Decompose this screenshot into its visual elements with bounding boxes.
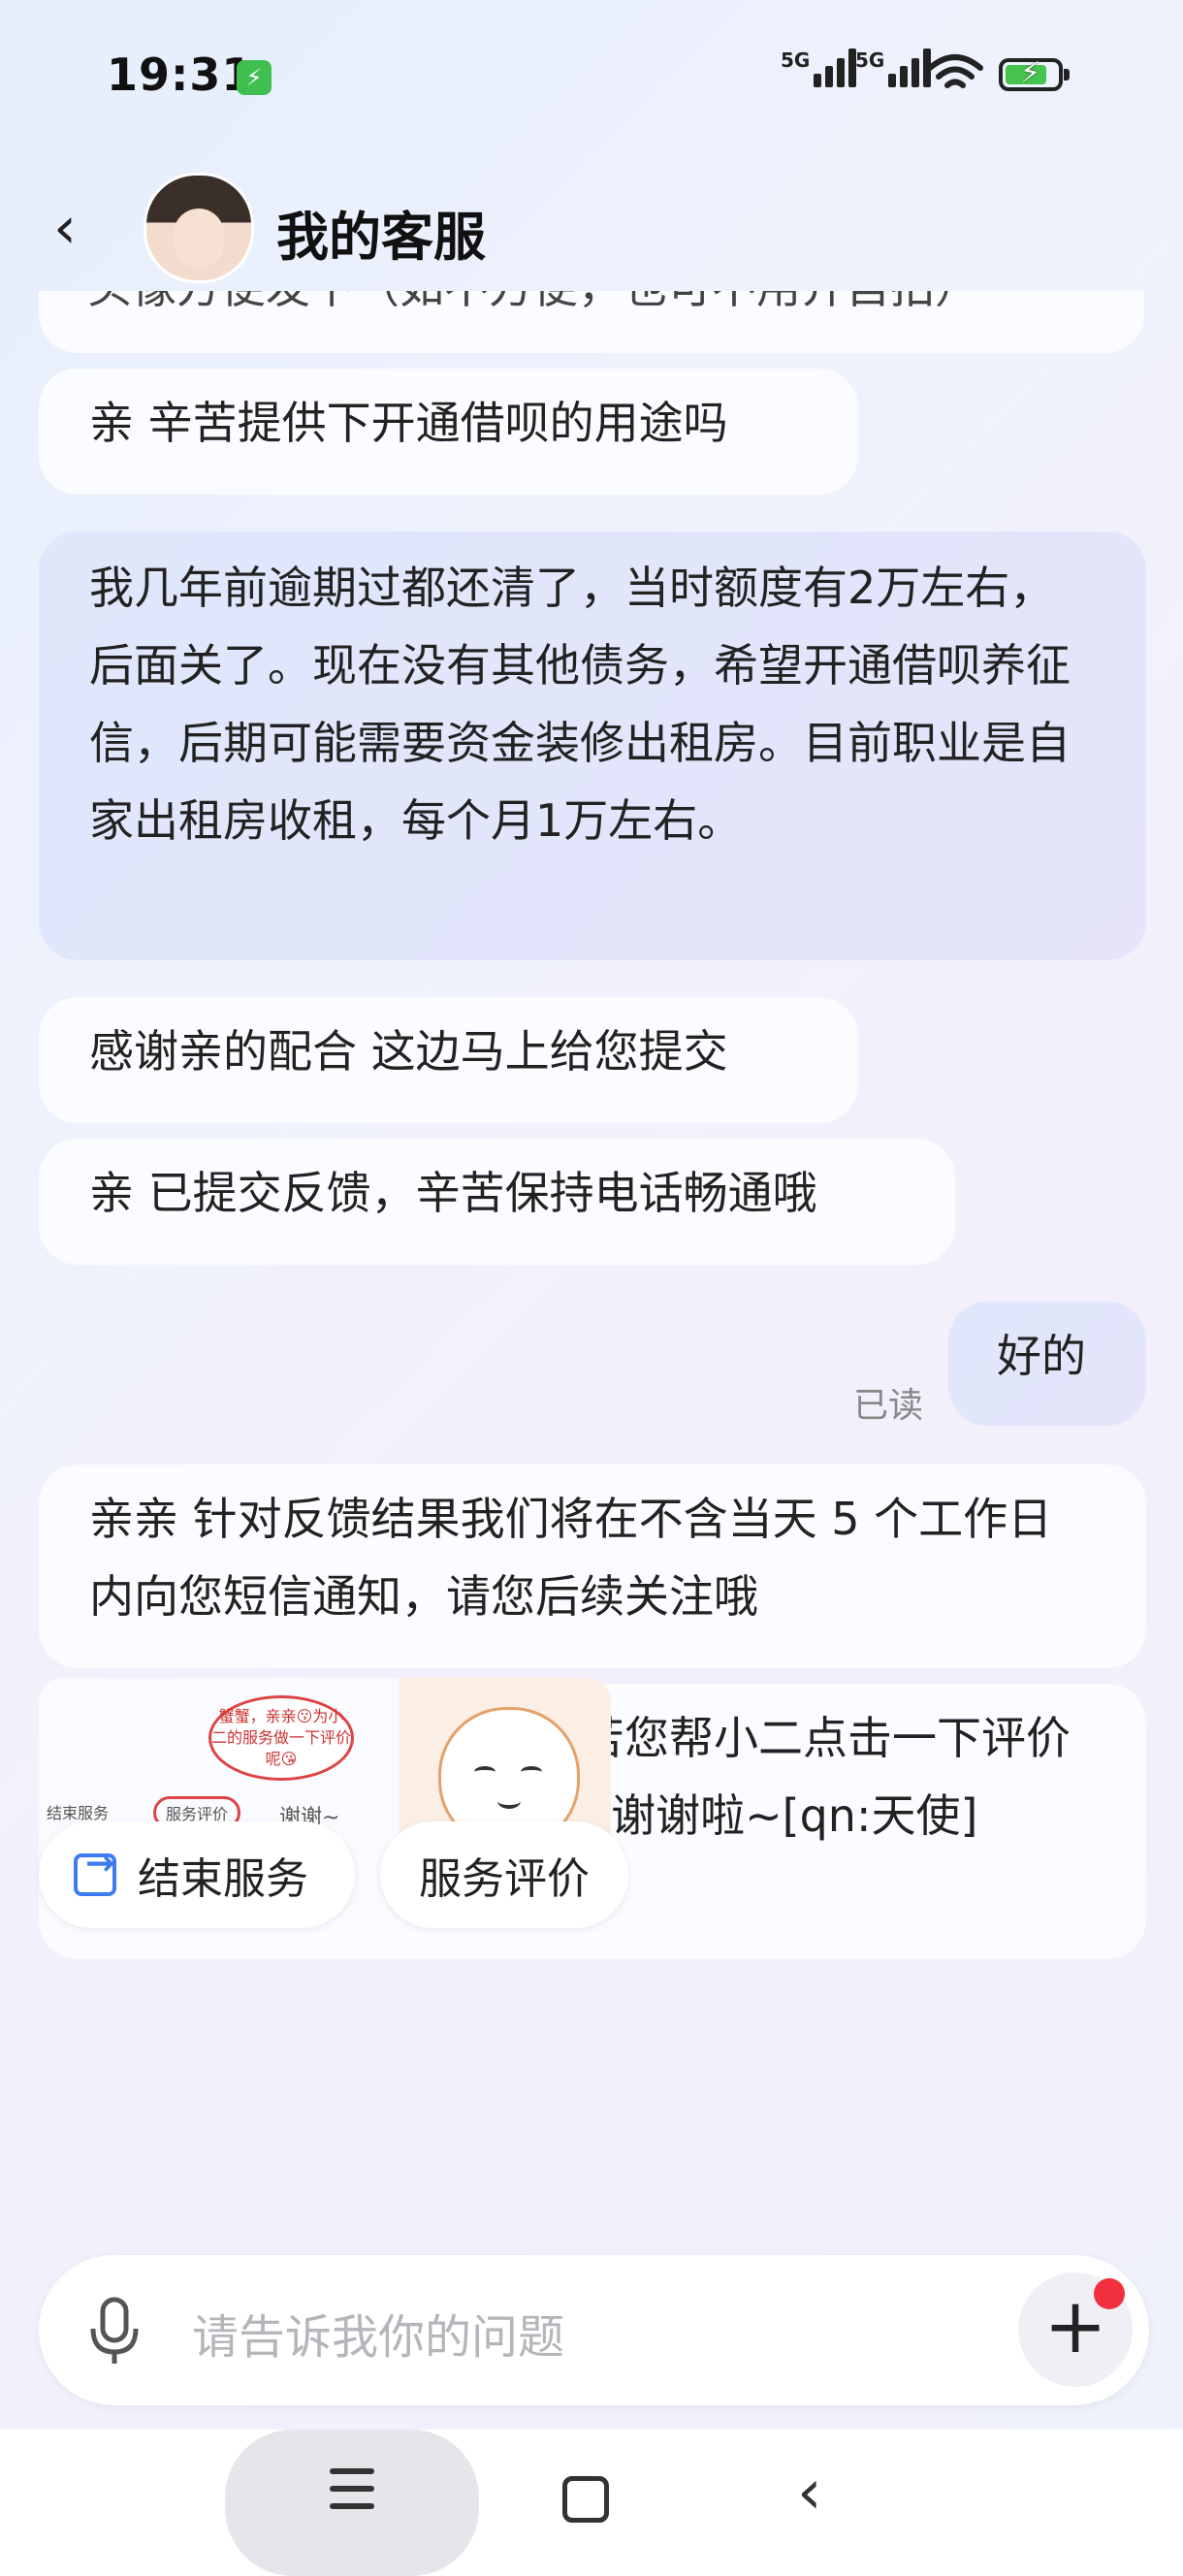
cutoff-message: 头像方便发下（如不方便，也可不用介自拍） [39, 291, 1144, 353]
system-nav-bar: ‹ [0, 2430, 1183, 2576]
home-icon[interactable] [562, 2476, 609, 2523]
agent-message-3: 亲 已提交反馈，辛苦保持电话畅通哦 [39, 1139, 955, 1265]
user-message-2: 好的 [948, 1302, 1146, 1426]
sticker-speech: 蟹蟹，亲亲😗为小二的服务做一下评价呢😘 [208, 1695, 354, 1781]
signal-icon-2: 5G [855, 48, 935, 87]
wifi-icon [927, 54, 983, 88]
menu-icon[interactable] [225, 2430, 479, 2576]
signal-label-2: 5G [855, 48, 885, 72]
signal-icon-1: 5G [781, 48, 860, 87]
chat-header: ‹ 我的客服 [0, 165, 1183, 291]
agent-message-2: 感谢亲的配合 这边马上给您提交 [39, 997, 858, 1123]
message-input[interactable]: 请告诉我你的问题 [192, 2299, 564, 2367]
sticker-end-label: 结束服务 [47, 1804, 110, 1822]
nav-back-icon[interactable]: ‹ [797, 2457, 822, 2528]
rate-service-label: 服务评价 [419, 1854, 590, 1904]
read-status: 已读 [853, 1386, 924, 1426]
status-time: 19:31 [107, 48, 254, 101]
user-message-1: 我几年前逾期过都还清了，当时额度有2万左右，后面关了。现在没有其他债务，希望开通… [39, 531, 1146, 960]
battery-icon: ⚡ [999, 56, 1070, 91]
message-input-bar[interactable]: 请告诉我你的问题 + [39, 2255, 1149, 2405]
rate-service-button[interactable]: 服务评价 [380, 1821, 628, 1928]
end-service-label: 结束服务 [138, 1854, 308, 1904]
agent-message-4: 亲亲 针对反馈结果我们将在不含当天 5 个工作日内向您短信通知，请您后续关注哦 [39, 1465, 1146, 1668]
agent-message-1: 亲 辛苦提供下开通借呗的用途吗 [39, 369, 858, 495]
charging-icon: ⚡ [237, 60, 272, 95]
notification-dot [1094, 2278, 1125, 2309]
microphone-icon[interactable] [85, 2296, 144, 2367]
exit-icon [74, 1844, 116, 1896]
signal-label-1: 5G [781, 48, 811, 72]
agent-avatar[interactable] [144, 173, 254, 283]
back-arrow-icon[interactable]: ‹ [53, 194, 77, 262]
chat-area[interactable]: 头像方便发下（如不方便，也可不用介自拍） 亲 辛苦提供下开通借呗的用途吗 我几年… [0, 291, 1183, 2231]
status-bar: 19:31 ⚡ 5G 5G ⚡ [0, 0, 1183, 155]
end-service-button[interactable]: 结束服务 [39, 1821, 355, 1928]
page-title: 我的客服 [276, 207, 486, 268]
